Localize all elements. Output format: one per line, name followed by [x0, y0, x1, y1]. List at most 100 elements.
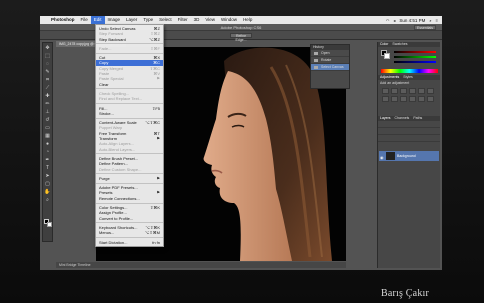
invert-icon[interactable]: [427, 96, 434, 102]
history-brush-icon[interactable]: ↺: [43, 116, 52, 123]
adjustment-icons: [382, 88, 436, 102]
menu-item-label: Purge: [99, 175, 110, 181]
menu-item-label: Auto-Blend Layers...: [99, 146, 136, 152]
menu-3d[interactable]: 3D: [191, 16, 203, 24]
menu-image[interactable]: Image: [105, 16, 124, 24]
color-background-swatch[interactable]: [384, 53, 390, 59]
search-icon[interactable]: ⌕: [429, 18, 431, 23]
menu-item-convert-to-profile[interactable]: Convert to Profile...: [96, 216, 163, 221]
menu-item-label: Adobe PDF Presets...: [99, 185, 138, 191]
healing-tool-icon[interactable]: ✚: [43, 92, 52, 99]
lookup-icon[interactable]: [418, 96, 425, 102]
volume-icon[interactable]: ◂: [393, 18, 395, 23]
menu-item-clear[interactable]: Clear: [96, 82, 163, 87]
menu-type[interactable]: Type: [140, 16, 156, 24]
menu-item-label: Stroke...: [99, 110, 114, 116]
history-item[interactable]: Open: [311, 50, 349, 57]
menu-edit[interactable]: Edit: [90, 16, 105, 24]
eyedropper-tool-icon[interactable]: ⟋: [43, 84, 52, 91]
brush-tool-icon[interactable]: ✏: [43, 100, 52, 107]
menu-item-menus[interactable]: Menus... ⌥⇧⌘M: [96, 230, 163, 235]
menu-item-label: Find and Replace Text...: [99, 96, 143, 102]
mac-menubar: Photoshop File Edit Image Layer Type Sel…: [40, 16, 442, 24]
status-area: ◠ ◂ Sun 4:51 PM ⌕ ≡: [386, 18, 442, 23]
background-color-swatch[interactable]: [47, 222, 52, 227]
exposure-icon[interactable]: [409, 88, 416, 94]
menu-item-step-backward[interactable]: Step Backward ⌥⌘Z: [96, 37, 163, 42]
edit-menu-dropdown: Undo Select Canvas ⌘Z Step Forward ⇧⌘Z Step …: [95, 24, 164, 247]
menu-item-label: Transform: [99, 136, 118, 142]
photo-filter-icon[interactable]: [400, 96, 407, 102]
layer-filter-row[interactable]: [378, 121, 440, 128]
menu-item-remote-connections[interactable]: Remote Connections...: [96, 196, 163, 201]
layer-background[interactable]: ◉ Background: [379, 151, 439, 161]
hue-icon[interactable]: [427, 88, 434, 94]
blue-slider[interactable]: [394, 61, 436, 63]
quick-select-tool-icon[interactable]: ✎: [43, 68, 52, 75]
menu-window[interactable]: Window: [218, 16, 240, 24]
presenter-signature: Barış Çakır: [381, 288, 430, 299]
channel-mixer-icon[interactable]: [409, 96, 416, 102]
menu-item-label: Content-Aware Scale: [99, 120, 137, 126]
menu-separator: [96, 222, 163, 224]
pen-tool-icon[interactable]: ✒: [43, 156, 52, 163]
menu-item-shortcut: ⌥⇧⌘M: [144, 230, 160, 236]
eye-icon[interactable]: ◉: [380, 153, 384, 163]
refine-edge-button[interactable]: Refine Edge...: [230, 33, 252, 42]
menu-item-label: Auto-Align Layers...: [99, 141, 134, 147]
marquee-tool-icon[interactable]: ⬚: [43, 52, 52, 59]
menu-separator: [96, 237, 163, 238]
adjustments-panel: Add an adjustment: [378, 80, 440, 116]
menu-layer[interactable]: Layer: [123, 16, 140, 24]
color-balance-icon[interactable]: [382, 96, 389, 102]
brightness-icon[interactable]: [382, 88, 389, 94]
menu-item-label: Color Settings...: [99, 205, 128, 211]
menu-select[interactable]: Select: [156, 16, 175, 24]
zoom-tool-icon[interactable]: ⌕: [43, 196, 52, 203]
type-tool-icon[interactable]: T: [43, 164, 52, 171]
dodge-tool-icon[interactable]: ◔: [43, 148, 52, 155]
list-icon[interactable]: ≡: [436, 18, 438, 23]
curves-icon[interactable]: [400, 88, 407, 94]
red-slider[interactable]: [394, 51, 436, 53]
gradient-tool-icon[interactable]: ▦: [43, 132, 52, 139]
move-tool-icon[interactable]: ✥: [43, 44, 52, 51]
menu-item-label: Convert to Profile...: [99, 215, 134, 221]
menu-item-purge[interactable]: Purge ▶: [96, 176, 163, 181]
menu-item-label: Keyboard Shortcuts...: [99, 224, 138, 230]
menu-filter[interactable]: Filter: [175, 16, 191, 24]
stamp-tool-icon[interactable]: ⊥: [43, 108, 52, 115]
menu-view[interactable]: View: [202, 16, 218, 24]
history-item[interactable]: Rotate: [311, 57, 349, 64]
tools-panel: ✥ ⬚ ◌ ✎ ⌗ ⟋ ✚ ✏ ⊥ ↺ ▭ ▦ ● ◔ ✒ T ➤ ▢ ✋ ⌕: [42, 42, 53, 242]
hand-tool-icon[interactable]: ✋: [43, 188, 52, 195]
menu-item-stroke[interactable]: Stroke...: [96, 111, 163, 116]
menu-item-label: Paste Special: [99, 76, 124, 82]
shape-tool-icon[interactable]: ▢: [43, 180, 52, 187]
history-item[interactable]: Select Canvas: [311, 64, 349, 71]
menu-item-label: Step Backward: [99, 36, 126, 42]
blend-mode-row[interactable]: [378, 128, 440, 135]
blur-tool-icon[interactable]: ●: [43, 140, 52, 147]
menu-item-label: Clear: [99, 81, 109, 87]
clock[interactable]: Sun 4:51 PM: [399, 18, 425, 23]
menu-file[interactable]: File: [78, 16, 91, 24]
menu-item-shortcut: fn fn: [152, 239, 160, 245]
color-spectrum[interactable]: [381, 69, 438, 73]
vibrance-icon[interactable]: [418, 88, 425, 94]
menu-item-label: Step Forward: [99, 31, 124, 37]
path-select-icon[interactable]: ➤: [43, 172, 52, 179]
app-menu[interactable]: Photoshop: [48, 16, 78, 24]
green-slider[interactable]: [394, 56, 436, 58]
wifi-icon[interactable]: ◠: [386, 18, 390, 23]
eraser-tool-icon[interactable]: ▭: [43, 124, 52, 131]
black-white-icon[interactable]: [391, 96, 398, 102]
menu-item-label: Fade...: [99, 45, 112, 51]
menu-item-start-dictation[interactable]: Start Dictation... fn fn: [96, 240, 163, 245]
lock-row[interactable]: [378, 135, 440, 142]
menu-help[interactable]: Help: [240, 16, 255, 24]
lasso-tool-icon[interactable]: ◌: [43, 60, 52, 67]
crop-tool-icon[interactable]: ⌗: [43, 76, 52, 83]
levels-icon[interactable]: [391, 88, 398, 94]
workspace-switcher[interactable]: Essentials: [414, 25, 436, 30]
